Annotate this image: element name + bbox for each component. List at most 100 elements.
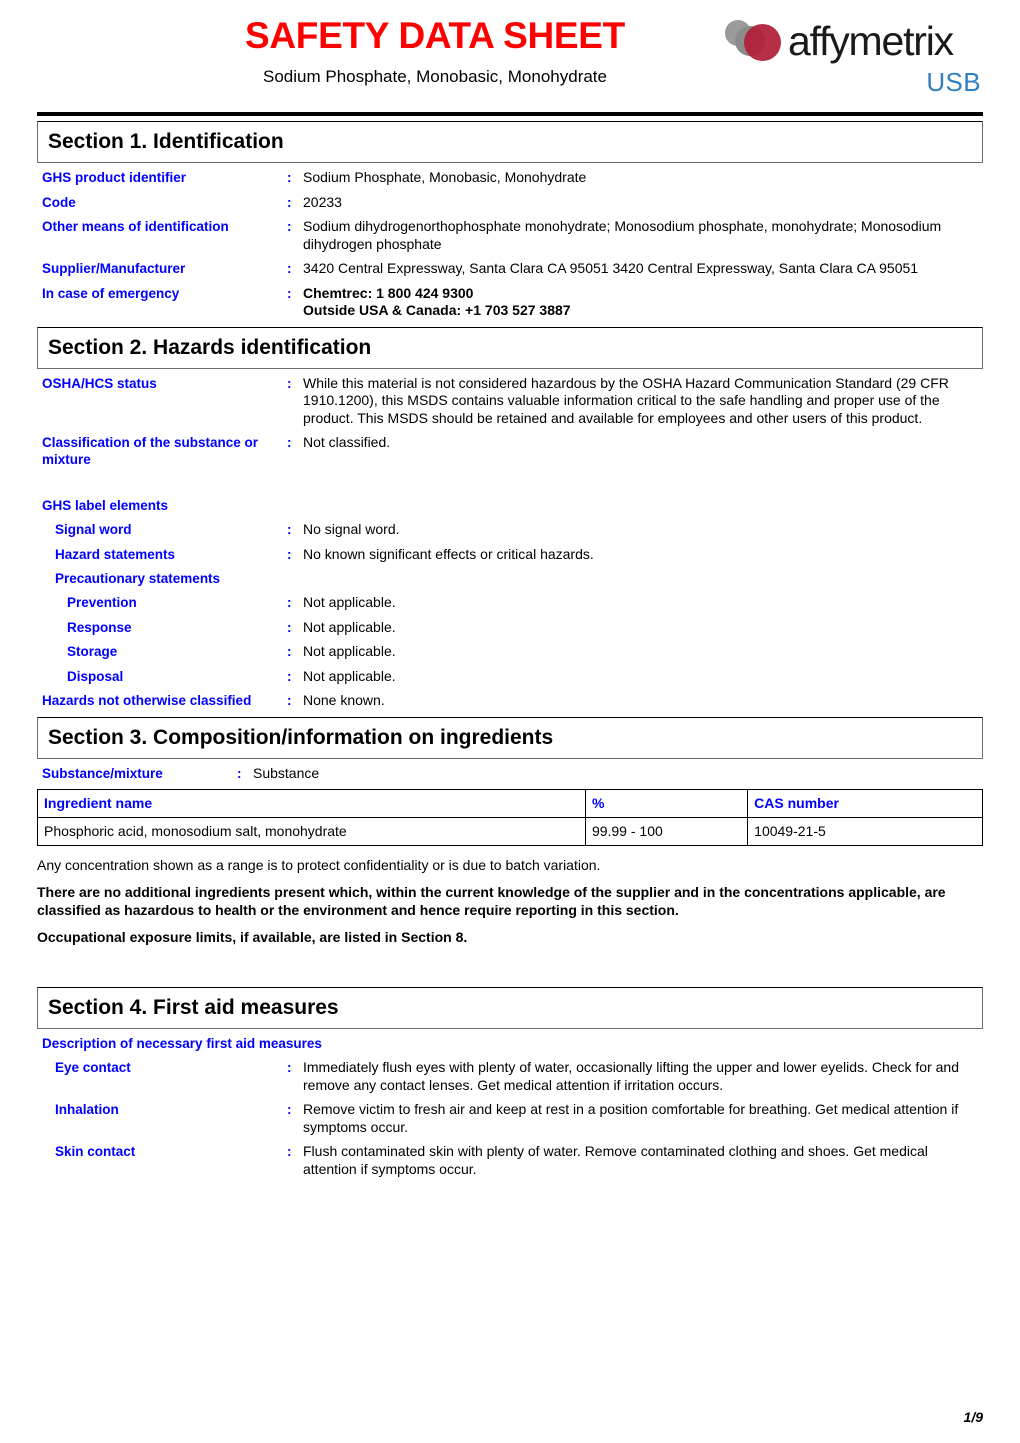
row-value: Not classified. [303, 434, 391, 450]
row-prevention: Prevention : Not applicable. [37, 594, 983, 612]
section-4-heading: Section 4. First aid measures [37, 987, 983, 1029]
ingredients-table: Ingredient name % CAS number Phosphoric … [37, 789, 983, 846]
cell-ingredient-name: Phosphoric acid, monosodium salt, monohy… [37, 817, 586, 846]
concentration-note: Any concentration shown as a range is to… [37, 857, 601, 873]
row-colon: : [287, 668, 292, 684]
row-label: Supplier/Manufacturer [42, 261, 186, 276]
row-value: None known. [303, 692, 385, 708]
row-value: No known significant effects or critical… [303, 545, 594, 562]
additional-ingredients-statement: There are no additional ingredients pres… [37, 884, 946, 918]
row-label: Response [67, 619, 132, 635]
row-colon: : [287, 1060, 292, 1075]
affymetrix-circles-icon [723, 16, 785, 66]
document-header: SAFETY DATA SHEET Sodium Phosphate, Mono… [37, 0, 983, 106]
row-colon: : [287, 261, 292, 276]
row-value: Sodium dihydrogenorthophosphate monohydr… [303, 218, 942, 252]
section-1-body: GHS product identifier : Sodium Phosphat… [37, 163, 983, 320]
row-value: No signal word. [303, 521, 400, 537]
row-code: Code : 20233 [37, 194, 983, 212]
row-value: Immediately flush eyes with plenty of wa… [303, 1059, 960, 1093]
page-number: 1/9 [963, 1409, 983, 1425]
row-eye-contact: Eye contact : Immediately flush eyes wit… [37, 1059, 983, 1094]
header-divider [37, 112, 983, 116]
row-label: Storage [67, 644, 118, 659]
row-colon: : [287, 194, 292, 210]
row-colon: : [287, 285, 292, 301]
section-4-body: Description of necessary first aid measu… [37, 1029, 983, 1178]
row-colon: : [287, 693, 292, 708]
row-colon: : [287, 619, 292, 635]
row-value: Not applicable. [303, 594, 396, 610]
table-header-row: Ingredient name % CAS number [37, 789, 983, 818]
row-label: Inhalation [55, 1102, 119, 1117]
brand-row: affymetrix [723, 12, 983, 70]
section-3-heading: Section 3. Composition/information on in… [37, 716, 983, 759]
row-label: Eye contact [55, 1060, 131, 1075]
row-label: Signal word [55, 522, 132, 537]
row-colon: : [287, 522, 292, 537]
row-ghs-product-identifier: GHS product identifier : Sodium Phosphat… [37, 169, 983, 187]
table-row: Phosphoric acid, monosodium salt, monohy… [37, 817, 983, 846]
row-skin-contact: Skin contact : Flush contaminated skin w… [37, 1143, 983, 1178]
row-storage: Storage : Not applicable. [37, 643, 983, 661]
row-colon: : [287, 1102, 292, 1117]
section-1-heading: Section 1. Identification [37, 121, 983, 163]
row-colon: : [287, 435, 292, 450]
brand-sub-name: USB [926, 67, 981, 97]
row-value: Sodium Phosphate, Monobasic, Monohydrate [303, 169, 587, 185]
section-2-heading: Section 2. Hazards identification [37, 326, 983, 369]
row-hazard-statements: Hazard statements : No known significant… [37, 546, 983, 564]
row-label: Skin contact [55, 1144, 136, 1159]
row-classification: Classification of the substance or mixtu… [37, 434, 983, 468]
row-hazards-not-otherwise-classified: Hazards not otherwise classified : None … [37, 692, 983, 710]
emergency-chemtrec: Chemtrec: 1 800 424 9300 [303, 284, 474, 301]
row-value: Chemtrec: 1 800 424 9300 Outside USA & C… [303, 285, 963, 320]
section-3-body: Substance/mixture : Substance Ingredient… [37, 759, 983, 947]
ghs-label-elements-group: GHS label elements [42, 498, 169, 513]
row-colon: : [237, 765, 242, 781]
row-label: Substance/mixture [42, 765, 163, 781]
row-colon: : [287, 644, 292, 659]
page-title: SAFETY DATA SHEET [244, 15, 625, 56]
product-subtitle: Sodium Phosphate, Monobasic, Monohydrate [263, 67, 607, 86]
row-colon: : [287, 219, 292, 234]
row-value: Not applicable. [303, 667, 396, 684]
column-header-percent: % [584, 789, 749, 818]
emergency-outside-usa: Outside USA & Canada: +1 703 527 3887 [303, 302, 571, 318]
row-label: OSHA/HCS status [42, 375, 157, 391]
row-value: Substance [253, 764, 320, 781]
row-label: Disposal [67, 668, 124, 684]
row-label: In case of emergency [42, 285, 180, 301]
section-2-body: OSHA/HCS status : While this material is… [37, 369, 983, 710]
row-in-case-of-emergency: In case of emergency : Chemtrec: 1 800 4… [37, 285, 983, 320]
cell-percent: 99.99 - 100 [584, 817, 749, 846]
row-colon: : [287, 595, 292, 610]
row-label: GHS product identifier [42, 170, 187, 185]
precautionary-statements-group: Precautionary statements [55, 571, 221, 586]
brand-logo: affymetrix USB [723, 12, 983, 104]
row-colon: : [287, 375, 292, 391]
row-response: Response : Not applicable. [37, 619, 983, 637]
column-header-cas-number: CAS number [747, 789, 983, 818]
row-colon: : [287, 546, 292, 562]
row-other-means-of-identification: Other means of identification : Sodium d… [37, 218, 983, 253]
logo-circle-crimson [744, 24, 781, 61]
row-supplier-manufacturer: Supplier/Manufacturer : 3420 Central Exp… [37, 260, 983, 278]
sds-page: SAFETY DATA SHEET Sodium Phosphate, Mono… [0, 0, 1020, 1443]
row-value: 20233 [303, 193, 342, 210]
row-label: Other means of identification [42, 219, 229, 234]
row-disposal: Disposal : Not applicable. [37, 668, 983, 686]
row-substance-mixture: Substance/mixture : Substance [37, 765, 983, 783]
brand-name: affymetrix [788, 18, 954, 64]
row-osha-hcs-status: OSHA/HCS status : While this material is… [37, 375, 983, 428]
row-signal-word: Signal word : No signal word. [37, 521, 983, 539]
row-label: Classification of the substance or mixtu… [42, 435, 259, 467]
first-aid-description-group: Description of necessary first aid measu… [42, 1036, 322, 1051]
row-label: Prevention [67, 595, 137, 610]
occupational-exposure-note: Occupational exposure limits, if availab… [37, 929, 468, 945]
row-value: Remove victim to fresh air and keep at r… [303, 1101, 959, 1135]
row-label: Hazards not otherwise classified [42, 693, 252, 708]
row-value: Flush contaminated skin with plenty of w… [303, 1143, 928, 1177]
